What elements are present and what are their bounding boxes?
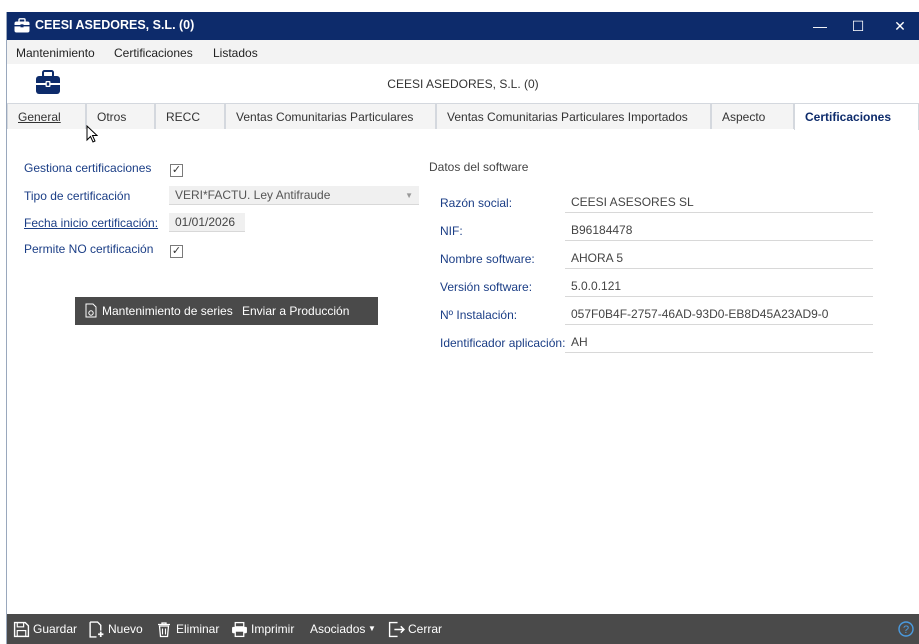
imprimir-label: Imprimir — [251, 622, 295, 636]
tab-label: RECC — [166, 110, 201, 124]
tipo-certificacion-select[interactable]: VERI*FACTU. Ley Antifraude ▼ — [169, 186, 419, 205]
mantenimiento-series-label: Mantenimiento de series — [102, 304, 233, 318]
cerrar-label: Cerrar — [408, 622, 443, 636]
nif-label: NIF: — [440, 224, 463, 238]
enviar-produccion-button[interactable]: Enviar a Producción — [242, 297, 362, 325]
tab-label: Ventas Comunitarias Particulares — [236, 110, 414, 124]
menu-bar: Mantenimiento Certificaciones Listados — [7, 40, 919, 64]
permite-no-certificacion-label: Permite NO certificación — [24, 242, 154, 256]
tab-ventas-comunitarias[interactable]: Ventas Comunitarias Particulares — [225, 103, 436, 129]
num-instalacion-field[interactable]: 057F0B4F-2757-46AD-93D0-EB8D45A23AD9-0 — [565, 303, 873, 325]
permite-no-certificacion-checkbox[interactable]: ✓ — [170, 245, 183, 258]
maximize-button[interactable]: ☐ — [837, 12, 879, 40]
new-document-icon — [89, 621, 104, 638]
trash-icon — [158, 622, 170, 638]
tab-label: Otros — [97, 110, 127, 124]
nombre-software-field[interactable]: AHORA 5 — [565, 247, 873, 269]
identificador-aplicacion-label: Identificador aplicación: — [440, 336, 566, 350]
record-title: CEESI ASEDORES, S.L. (0) — [387, 77, 539, 91]
gestiona-certificaciones-label: Gestiona certificaciones — [24, 161, 152, 175]
mouse-pointer-icon — [86, 125, 98, 143]
tab-certificaciones[interactable]: Certificaciones — [794, 103, 919, 131]
guardar-button[interactable]: Guardar — [13, 614, 81, 644]
fecha-inicio-label[interactable]: Fecha inicio certificación: — [24, 216, 158, 230]
minimize-button[interactable]: — — [799, 12, 841, 40]
tab-label: Certificaciones — [805, 110, 892, 124]
identificador-aplicacion-field[interactable]: AH — [565, 331, 873, 353]
asociados-label: Asociados — [310, 622, 366, 636]
tipo-certificacion-label: Tipo de certificación — [24, 189, 131, 203]
save-icon — [13, 621, 30, 638]
help-glyph: ? — [903, 624, 909, 636]
enviar-produccion-label: Enviar a Producción — [242, 304, 350, 318]
bottom-toolbar: Guardar Nuevo Eliminar Imprimir Asociado… — [7, 614, 919, 644]
mantenimiento-series-button[interactable]: Mantenimiento de series — [81, 297, 233, 325]
exit-icon — [388, 621, 405, 638]
series-toolbar: Mantenimiento de series Enviar a Producc… — [75, 297, 378, 325]
eliminar-label: Eliminar — [176, 622, 220, 636]
version-software-field[interactable]: 5.0.0.121 — [565, 275, 873, 297]
eliminar-button[interactable]: Eliminar — [156, 614, 222, 644]
chevron-down-icon: ▼ — [368, 624, 376, 633]
title-bar: CEESI ASEDORES, S.L. (0) — ☐ ✕ — [7, 12, 919, 40]
menu-listados[interactable]: Listados — [213, 46, 258, 60]
window-title: CEESI ASEDORES, S.L. (0) — [35, 18, 195, 32]
document-gear-icon — [85, 303, 97, 318]
nombre-software-label: Nombre software: — [440, 252, 535, 266]
chevron-down-icon: ▼ — [405, 191, 413, 200]
nuevo-label: Nuevo — [108, 622, 143, 636]
num-instalacion-label: Nº Instalación: — [440, 308, 518, 322]
nuevo-button[interactable]: Nuevo — [88, 614, 146, 644]
asociados-dropdown[interactable]: Asociados ▼ — [310, 614, 380, 644]
version-software-label: Versión software: — [440, 280, 533, 294]
imprimir-button[interactable]: Imprimir — [231, 614, 299, 644]
close-button[interactable]: ✕ — [879, 12, 919, 40]
razon-social-label: Razón social: — [440, 196, 513, 210]
tab-label: Ventas Comunitarias Particulares Importa… — [447, 110, 688, 124]
fecha-inicio-input[interactable]: 01/01/2026 — [169, 213, 245, 232]
software-section-title: Datos del software — [429, 160, 529, 174]
menu-mantenimiento[interactable]: Mantenimiento — [16, 46, 95, 60]
cerrar-button[interactable]: Cerrar — [388, 614, 448, 644]
briefcase-icon — [14, 18, 30, 33]
printer-icon — [232, 621, 247, 638]
razon-social-field[interactable]: CEESI ASESORES SL — [565, 191, 873, 213]
background-window-icons — [869, 2, 919, 12]
gestiona-certificaciones-checkbox[interactable]: ✓ — [170, 164, 183, 177]
certificaciones-panel: Gestiona certificaciones ✓ Tipo de certi… — [7, 130, 919, 614]
help-icon[interactable]: ? — [898, 621, 914, 637]
record-header: CEESI ASEDORES, S.L. (0) — [7, 64, 919, 103]
app-window: CEESI ASEDORES, S.L. (0) — ☐ ✕ Mantenimi… — [6, 12, 919, 644]
tab-general[interactable]: General — [7, 103, 86, 129]
tipo-certificacion-value: VERI*FACTU. Ley Antifraude — [175, 188, 331, 202]
menu-certificaciones[interactable]: Certificaciones — [114, 46, 193, 60]
tab-label: Aspecto — [722, 110, 766, 124]
tab-aspecto[interactable]: Aspecto — [711, 103, 794, 129]
tab-ventas-importados[interactable]: Ventas Comunitarias Particulares Importa… — [436, 103, 711, 129]
tab-bar: General Otros RECC Ventas Comunitarias P… — [7, 103, 919, 131]
nif-field[interactable]: B96184478 — [565, 219, 873, 241]
tab-recc[interactable]: RECC — [155, 103, 225, 129]
guardar-label: Guardar — [33, 622, 78, 636]
tab-label: General — [18, 110, 61, 124]
